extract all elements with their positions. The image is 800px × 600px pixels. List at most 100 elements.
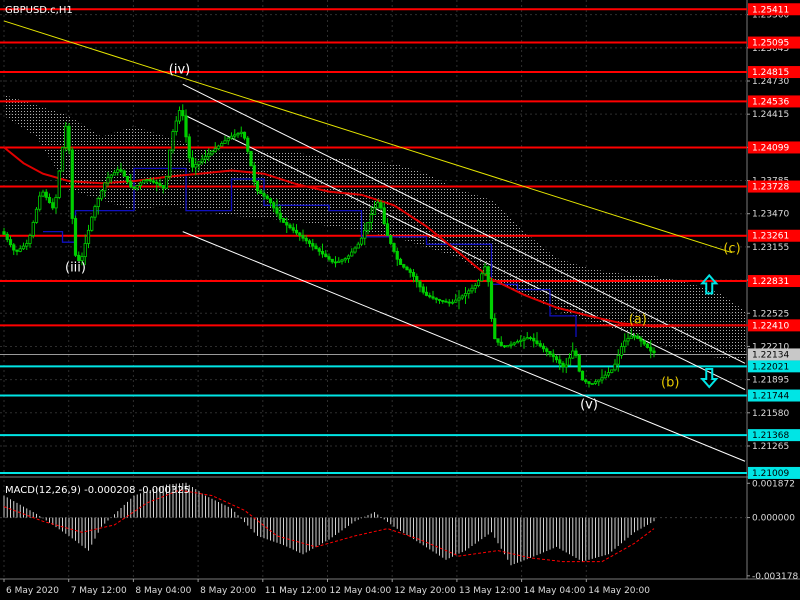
candle-body (499, 341, 503, 347)
candle-body (38, 195, 42, 210)
candle-body (528, 337, 533, 340)
wave-label: (iv) (169, 63, 190, 78)
candle-body (142, 179, 146, 184)
candle-body (561, 362, 565, 368)
candle-body (171, 131, 175, 151)
candle-body (190, 157, 195, 168)
candle-body (470, 287, 474, 292)
candle-body (184, 115, 188, 138)
level-label: 1.25411 (752, 5, 789, 15)
candle-body (298, 232, 302, 236)
candle-body (86, 229, 91, 244)
candle-body (431, 296, 435, 299)
candle-body (587, 381, 591, 384)
candle-body (177, 110, 182, 122)
candle-body (593, 381, 598, 384)
x-tick-label: 6 May 2020 (6, 586, 59, 596)
candle-body (239, 131, 243, 134)
candle-body (223, 140, 227, 144)
candle-body (603, 374, 607, 379)
candle-body (70, 149, 74, 219)
candle-body (83, 243, 87, 258)
candle-body (25, 243, 29, 247)
candle-body (34, 208, 39, 223)
candle-body (480, 273, 484, 282)
candle-body (551, 353, 555, 358)
candle-body (395, 250, 399, 260)
candle-body (512, 342, 516, 345)
x-tick-label: 13 May 12:00 (459, 586, 521, 596)
candle-body (181, 110, 185, 117)
candle-body (103, 182, 107, 192)
candle-body (486, 266, 490, 283)
candle-body (467, 290, 471, 294)
candle-body (600, 377, 604, 381)
candle-body (496, 338, 500, 343)
wave-label: (c) (723, 242, 740, 257)
candle-body (476, 280, 481, 287)
candle-body (291, 227, 295, 231)
candle-body (93, 206, 97, 218)
y-tick-label: 1.21580 (752, 409, 789, 419)
candle-body (421, 286, 425, 293)
candle-body (502, 345, 507, 348)
candle-body (577, 354, 581, 372)
candle-body (233, 134, 237, 137)
candle-body (473, 285, 477, 289)
candle-body (350, 251, 354, 257)
candle-body (554, 356, 559, 361)
candle-body (200, 158, 204, 163)
candle-body (489, 281, 494, 319)
candle-body (535, 340, 539, 344)
candle-body (132, 186, 136, 189)
candle-body (275, 207, 279, 214)
candle-body (41, 191, 45, 197)
candle-body (109, 174, 113, 179)
candle-body (574, 350, 578, 356)
level-label: 1.23261 (752, 232, 789, 242)
candle-body (356, 243, 360, 249)
candle-body (483, 266, 487, 275)
candle-body (558, 359, 562, 364)
candle-body (525, 337, 529, 340)
level-label: 1.22410 (752, 321, 789, 331)
candle-body (194, 164, 198, 168)
macd-tick-label: 0.000000 (752, 514, 795, 524)
candle-body (96, 198, 100, 208)
candle-body (359, 237, 364, 245)
candle-body (187, 136, 191, 159)
candle-body (281, 218, 286, 223)
candle-body (242, 131, 247, 139)
candle-body (353, 247, 357, 253)
candle-body (122, 170, 126, 177)
candle-body (174, 120, 178, 132)
candle-body (606, 372, 611, 376)
x-tick-label: 11 May 12:00 (265, 586, 327, 596)
y-tick-label: 1.23155 (752, 243, 789, 253)
candle-body (158, 183, 162, 186)
y-tick-label: 1.24415 (752, 110, 789, 120)
candle-body (538, 343, 542, 347)
candle-body (613, 363, 617, 371)
candle-body (645, 343, 650, 348)
wave-label: (a) (629, 312, 647, 327)
y-tick-label: 1.22525 (752, 309, 789, 319)
candle-body (434, 297, 438, 300)
candle-body (454, 299, 458, 303)
candle-body (252, 165, 256, 182)
candle-body (285, 222, 289, 226)
candle-body (460, 295, 464, 299)
wave-label: (b) (661, 375, 679, 390)
candle-body (346, 255, 351, 260)
candle-body (327, 256, 331, 260)
candle-body (278, 212, 282, 219)
candle-body (220, 143, 224, 147)
level-label: 1.21009 (752, 469, 789, 479)
candle-body (262, 193, 266, 197)
candle-body (571, 350, 575, 359)
candle-body (64, 125, 68, 148)
level-label: 1.21744 (752, 392, 789, 402)
candle-body (636, 335, 640, 339)
candle-body (632, 335, 637, 338)
y-tick-label: 1.21265 (752, 442, 789, 452)
